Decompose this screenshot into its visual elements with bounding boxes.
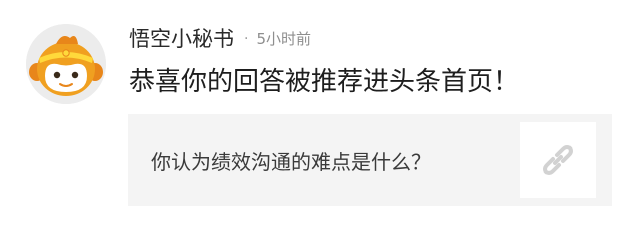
monkey-avatar-icon [26, 24, 106, 104]
question-text[interactable]: 你认为绩效沟通的难点是什么？ [151, 146, 520, 175]
separator-dot: · [244, 31, 249, 47]
notification-message: 恭喜你的回答被推荐进头条首页！ [129, 67, 520, 97]
quoted-question-card[interactable]: 你认为绩效沟通的难点是什么？ [128, 114, 612, 206]
link-icon [543, 145, 573, 175]
sender-name[interactable]: 悟空小秘书 [129, 24, 234, 54]
notification-header: 悟空小秘书 · 5小时前 [129, 24, 311, 54]
avatar[interactable] [26, 24, 106, 104]
link-thumbnail[interactable] [520, 122, 596, 198]
notification-item[interactable]: 悟空小秘书 · 5小时前 恭喜你的回答被推荐进头条首页！ 你认为绩效沟通的难点是… [0, 0, 639, 244]
timestamp: 5小时前 [256, 30, 311, 48]
